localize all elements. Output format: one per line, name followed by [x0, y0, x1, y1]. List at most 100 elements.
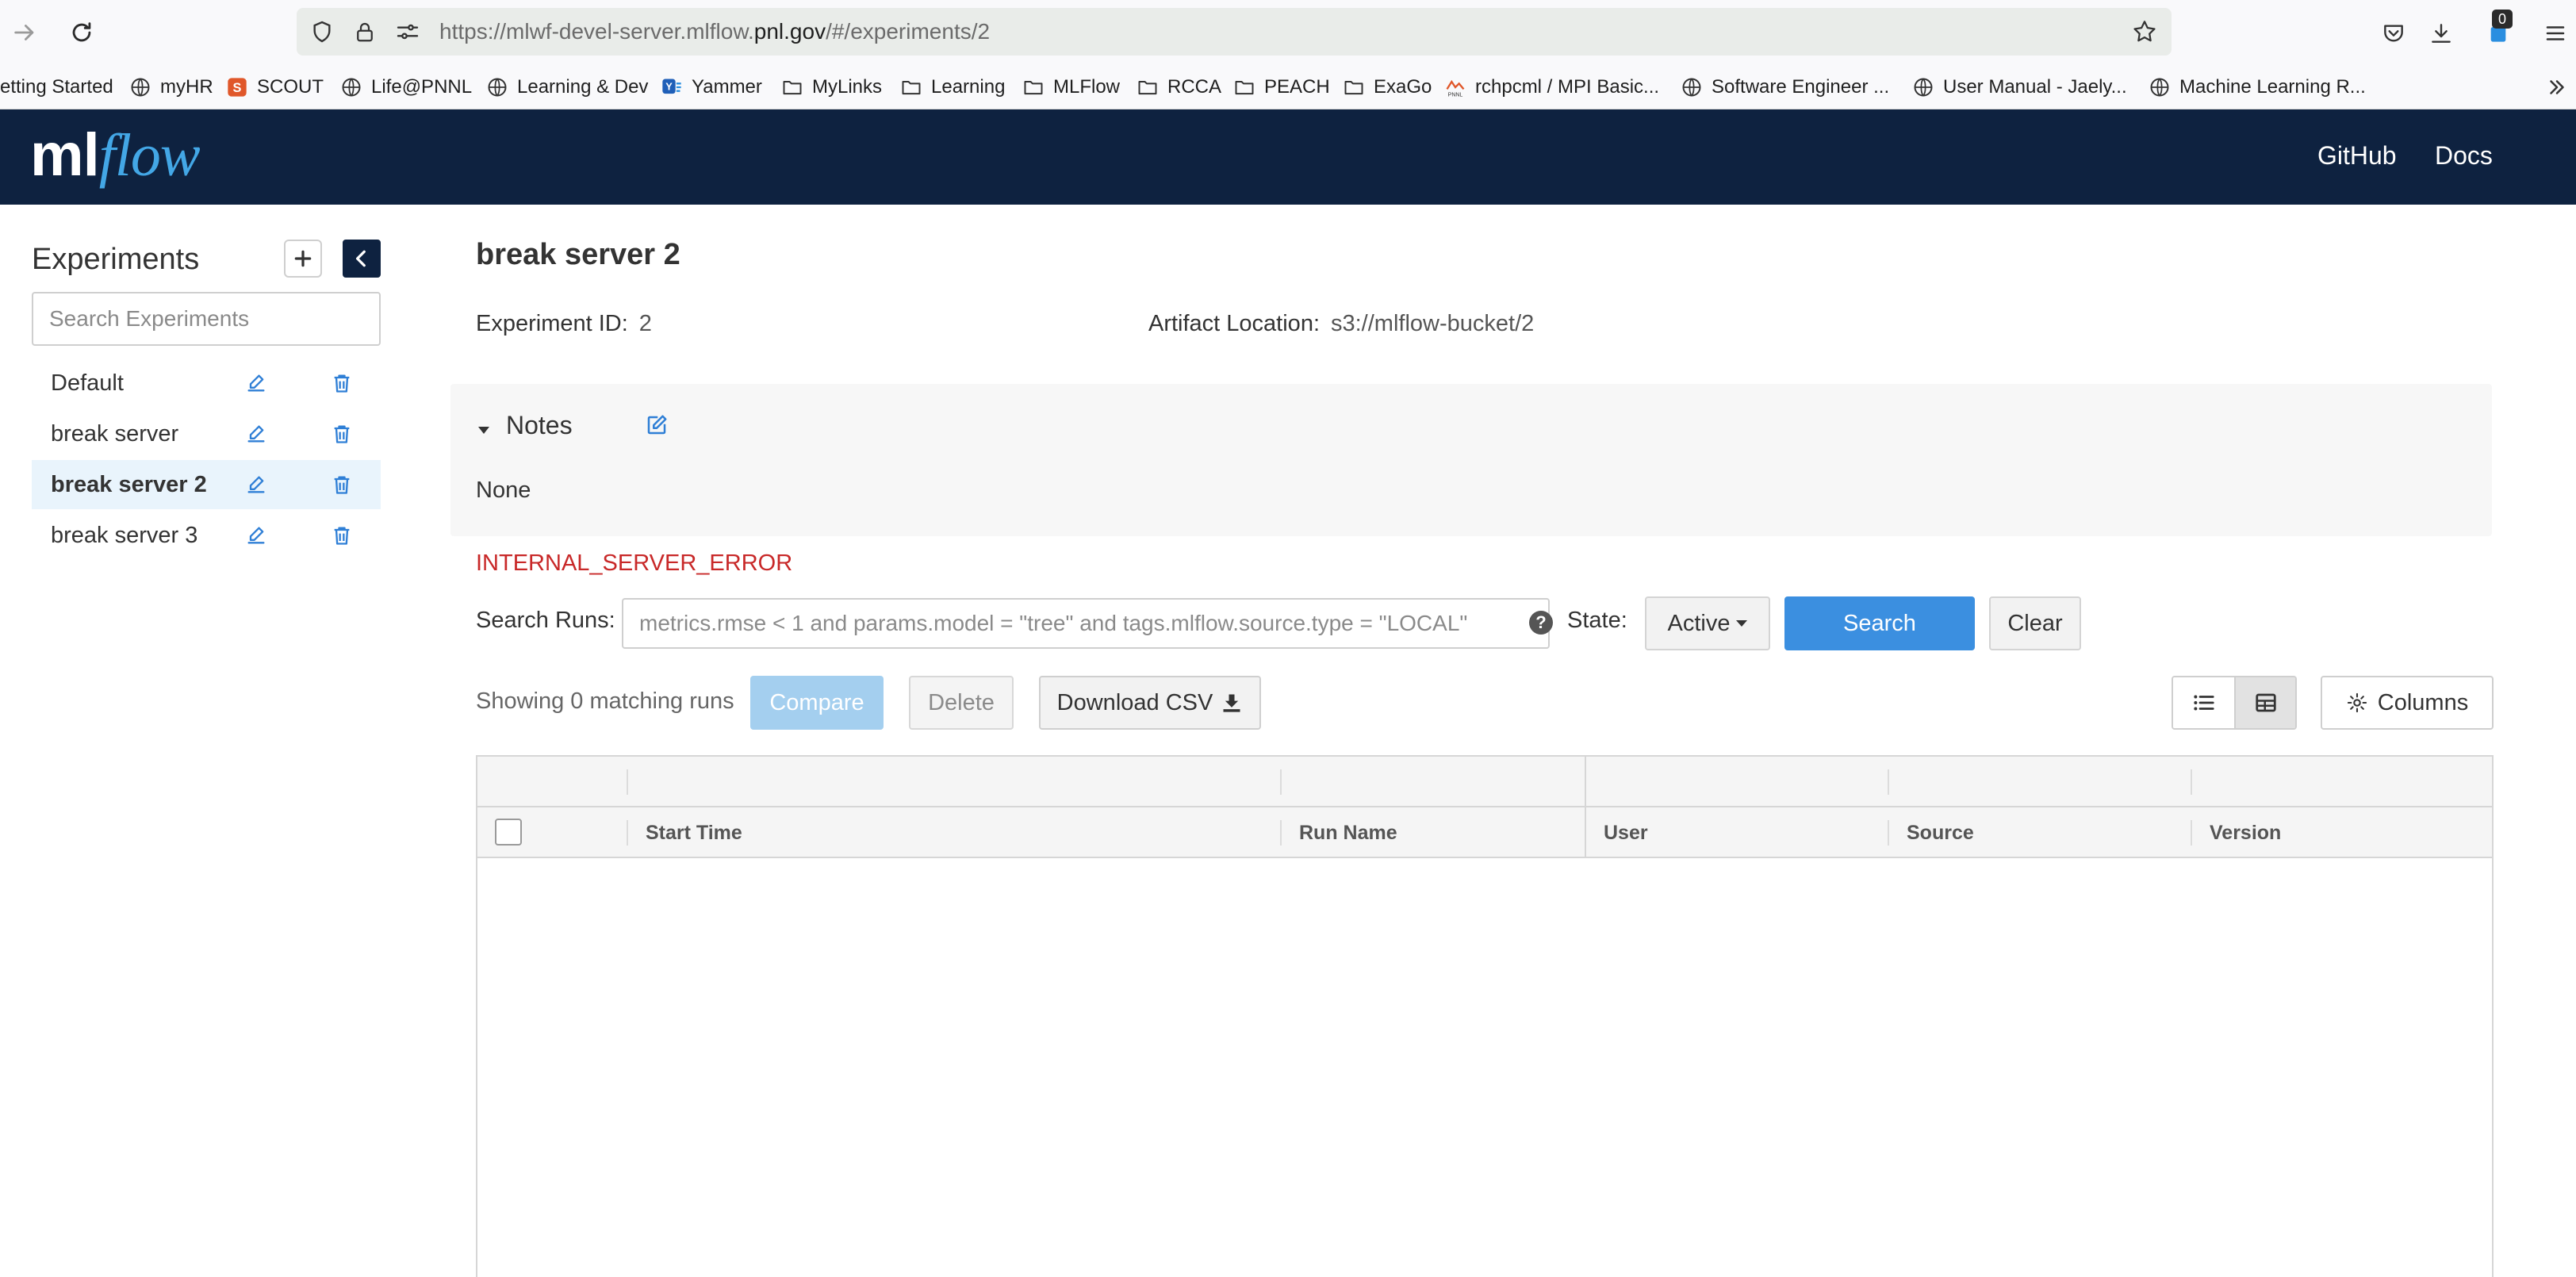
- bookmark-item[interactable]: MyLinks: [780, 73, 882, 102]
- search-button[interactable]: Search: [1784, 596, 1975, 650]
- bookmark-label: Software Engineer ...: [1712, 76, 1890, 98]
- search-experiments-input[interactable]: [32, 292, 381, 346]
- bookmark-item[interactable]: Y Yammer: [660, 73, 762, 102]
- url-bar[interactable]: https://mlwf-devel-server.mlflow.pnl.gov…: [297, 8, 2172, 56]
- globe-icon: [339, 75, 363, 99]
- page-title: break server 2: [476, 238, 680, 271]
- experiment-item[interactable]: break server 3: [32, 511, 381, 560]
- bookmark-item[interactable]: Learning & Dev: [485, 73, 648, 102]
- bookmark-item[interactable]: S SCOUT: [225, 73, 324, 102]
- caret-down-icon: [1736, 620, 1748, 627]
- experiment-name[interactable]: Default: [51, 370, 124, 397]
- experiment-name[interactable]: break server 2: [51, 472, 207, 498]
- tracking-shield-icon[interactable]: [306, 16, 338, 48]
- globe-icon: [1911, 75, 1935, 99]
- docs-link[interactable]: Docs: [2435, 141, 2493, 171]
- collapse-sidebar-button[interactable]: [343, 240, 381, 278]
- state-dropdown[interactable]: Active: [1645, 596, 1770, 650]
- hamburger-menu-icon[interactable]: [2536, 14, 2574, 52]
- bookmark-item[interactable]: Machine Learning R...: [2148, 73, 2366, 102]
- github-link[interactable]: GitHub: [2317, 141, 2397, 171]
- experiment-id-label: Experiment ID:: [476, 311, 628, 336]
- reload-button[interactable]: [60, 11, 103, 54]
- add-experiment-button[interactable]: [284, 240, 322, 278]
- runs-table: Start Time Run Name User Source Version: [476, 755, 2494, 1277]
- edit-icon[interactable]: [243, 522, 270, 549]
- bookmark-item[interactable]: RCCA: [1136, 73, 1221, 102]
- bookmark-item[interactable]: PEACH: [1232, 73, 1330, 102]
- help-icon[interactable]: ?: [1529, 611, 1553, 635]
- search-runs-input[interactable]: [622, 598, 1550, 649]
- bookmark-item[interactable]: Learning: [899, 73, 1005, 102]
- column-header-version[interactable]: Version: [2210, 822, 2281, 845]
- experiment-name[interactable]: break server 3: [51, 523, 197, 549]
- bookmark-label: RCCA: [1167, 76, 1222, 98]
- columns-label: Columns: [2377, 689, 2469, 715]
- experiment-item[interactable]: Default: [32, 359, 381, 408]
- delete-button[interactable]: Delete: [909, 676, 1014, 730]
- columns-button[interactable]: Columns: [2321, 676, 2494, 730]
- folder-icon: [1022, 75, 1045, 99]
- gear-icon: [2347, 692, 2367, 713]
- bookmark-item[interactable]: Life@PNNL: [339, 73, 472, 102]
- experiment-item[interactable]: break server: [32, 409, 381, 458]
- url-prefix: https://mlwf-devel-server.mlflow.: [439, 19, 754, 44]
- edit-icon[interactable]: [243, 370, 270, 397]
- trash-icon[interactable]: [328, 522, 355, 549]
- trash-icon[interactable]: [328, 420, 355, 447]
- bookmarks-overflow-chevron-icon[interactable]: [2541, 71, 2573, 103]
- mlflow-logo[interactable]: ml flow: [30, 121, 201, 192]
- bookmark-item[interactable]: etting Started: [0, 73, 113, 102]
- edit-notes-icon[interactable]: [642, 411, 671, 439]
- pocket-icon[interactable]: [2375, 14, 2413, 52]
- bookmark-item[interactable]: MLFlow: [1022, 73, 1120, 102]
- clear-button[interactable]: Clear: [1989, 596, 2081, 650]
- reload-icon: [72, 22, 91, 42]
- column-header-start-time[interactable]: Start Time: [646, 822, 742, 845]
- select-all-checkbox[interactable]: [495, 819, 522, 846]
- bookmark-item[interactable]: User Manual - Jaely...: [1911, 73, 2127, 102]
- bookmark-label: etting Started: [0, 76, 113, 98]
- notes-panel: Notes None: [450, 384, 2492, 536]
- lock-icon[interactable]: [349, 16, 381, 48]
- bookmark-item[interactable]: myHR: [128, 73, 213, 102]
- download-csv-button[interactable]: Download CSV: [1039, 676, 1261, 730]
- edit-icon[interactable]: [243, 471, 270, 498]
- notes-label[interactable]: Notes: [506, 411, 573, 440]
- list-view-button[interactable]: [2173, 677, 2234, 728]
- trash-icon[interactable]: [328, 471, 355, 498]
- bookmark-label: Learning: [931, 76, 1006, 98]
- grid-view-button[interactable]: [2234, 677, 2295, 728]
- url-text[interactable]: https://mlwf-devel-server.mlflow.pnl.gov…: [439, 19, 990, 44]
- bookmark-label: myHR: [160, 76, 213, 98]
- site-permissions-icon[interactable]: [392, 16, 424, 48]
- column-header-run-name[interactable]: Run Name: [1299, 822, 1397, 845]
- edit-icon[interactable]: [243, 420, 270, 447]
- bookmark-label: MLFlow: [1053, 76, 1121, 98]
- svg-text:S: S: [233, 81, 242, 95]
- yammer-icon: Y: [660, 75, 684, 99]
- globe-icon: [128, 75, 152, 99]
- trash-icon[interactable]: [328, 370, 355, 397]
- bookmark-item[interactable]: Software Engineer ...: [1680, 73, 1889, 102]
- downloads-icon[interactable]: [2422, 14, 2460, 52]
- compare-button[interactable]: Compare: [750, 676, 884, 730]
- experiment-item[interactable]: break server 2: [32, 460, 381, 509]
- column-header-source[interactable]: Source: [1907, 822, 1974, 845]
- browser-toolbar: https://mlwf-devel-server.mlflow.pnl.gov…: [0, 0, 2576, 65]
- view-toggle: [2172, 676, 2297, 730]
- url-suffix: /#/experiments/2: [826, 19, 991, 44]
- table-header-row: Start Time Run Name User Source Version: [477, 807, 2492, 858]
- pnnl-icon: PNNL: [1443, 75, 1467, 99]
- bookmark-item[interactable]: ExaGo: [1342, 73, 1432, 102]
- experiment-name[interactable]: break server: [51, 421, 178, 447]
- caret-down-icon[interactable]: [476, 422, 492, 438]
- artifact-location-label: Artifact Location:: [1148, 311, 1320, 336]
- forward-button[interactable]: [3, 11, 46, 54]
- globe-icon: [485, 75, 509, 99]
- bookmark-star-icon[interactable]: [2129, 16, 2160, 48]
- globe-icon: [2148, 75, 2172, 99]
- bookmark-item[interactable]: PNNL rchpcml / MPI Basic...: [1443, 73, 1659, 102]
- folder-icon: [1342, 75, 1366, 99]
- column-header-user[interactable]: User: [1604, 822, 1648, 845]
